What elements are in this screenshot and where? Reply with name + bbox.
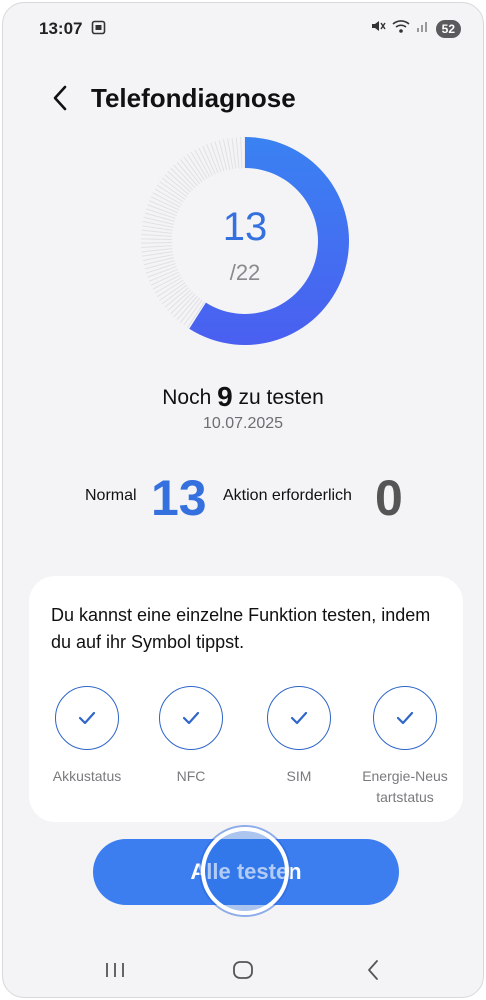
test-date: 10.07.2025 — [202, 415, 284, 432]
nav-recents-button[interactable] — [95, 955, 135, 985]
card-hint: Du kannst eine einzelne Funktion testen,… — [51, 605, 431, 652]
status-icons: 52 — [370, 18, 461, 39]
test-all-button[interactable]: Alle testen — [93, 839, 399, 905]
function-button[interactable] — [159, 686, 223, 750]
status-bar: 13:07 52 — [3, 3, 483, 53]
nav-home-button[interactable] — [223, 955, 263, 985]
function-label: Akkustatus — [52, 768, 122, 784]
app-header: Telefondiagnose — [3, 73, 483, 123]
check-icon — [78, 711, 96, 725]
back-icon — [368, 960, 378, 980]
tested-count: 13 — [222, 205, 268, 249]
page-title: Telefondiagnose — [91, 83, 296, 113]
function-button[interactable] — [267, 686, 331, 750]
function-label: NFC — [176, 768, 206, 784]
check-icon — [396, 711, 414, 725]
check-icon — [290, 711, 308, 725]
function-akkustatus[interactable]: Akkustatus — [37, 686, 137, 787]
remaining-text: Noch 9 zu testen — [3, 381, 483, 413]
function-card: Du kannst eine einzelne Funktion testen,… — [29, 576, 463, 822]
function-button[interactable] — [373, 686, 437, 750]
home-icon — [233, 961, 253, 979]
navigation-bar — [3, 943, 483, 997]
action-label: Aktion erforderlich — [223, 487, 352, 504]
progress-ring: 13 /22 — [139, 135, 351, 347]
check-icon — [182, 711, 200, 725]
action-count: 0 — [375, 470, 403, 526]
function-energie-neustartstatus[interactable]: Energie-Neus tartstatus — [355, 686, 455, 808]
normal-count: 13 — [151, 470, 207, 526]
back-button[interactable] — [43, 81, 77, 115]
signal-icon — [416, 19, 430, 38]
wifi-icon — [392, 19, 410, 39]
total-count: /22 — [229, 260, 261, 285]
progress-center: 13 /22 — [139, 135, 351, 347]
remaining-suffix: zu testen — [238, 386, 324, 409]
status-time: 13:07 — [39, 19, 83, 38]
screenshot-icon — [91, 20, 106, 35]
phone-screen: 13:07 52 Telefondiagnose 13 /22 Noch 9 z… — [2, 2, 484, 998]
chevron-left-icon — [53, 85, 67, 111]
function-nfc[interactable]: NFC — [141, 686, 241, 787]
function-label: SIM — [286, 768, 312, 784]
result-stats: Normal 13 Aktion erforderlich 0 — [3, 469, 483, 526]
normal-label: Normal — [85, 487, 137, 504]
nav-back-button[interactable] — [353, 955, 393, 985]
recents-icon — [106, 963, 124, 977]
function-label: Energie-Neus tartstatus — [362, 768, 448, 805]
remaining-count: 9 — [217, 381, 233, 412]
function-button[interactable] — [55, 686, 119, 750]
remaining-prefix: Noch — [162, 386, 212, 409]
mute-icon — [370, 18, 386, 39]
function-sim[interactable]: SIM — [249, 686, 349, 787]
battery-indicator: 52 — [435, 19, 461, 38]
